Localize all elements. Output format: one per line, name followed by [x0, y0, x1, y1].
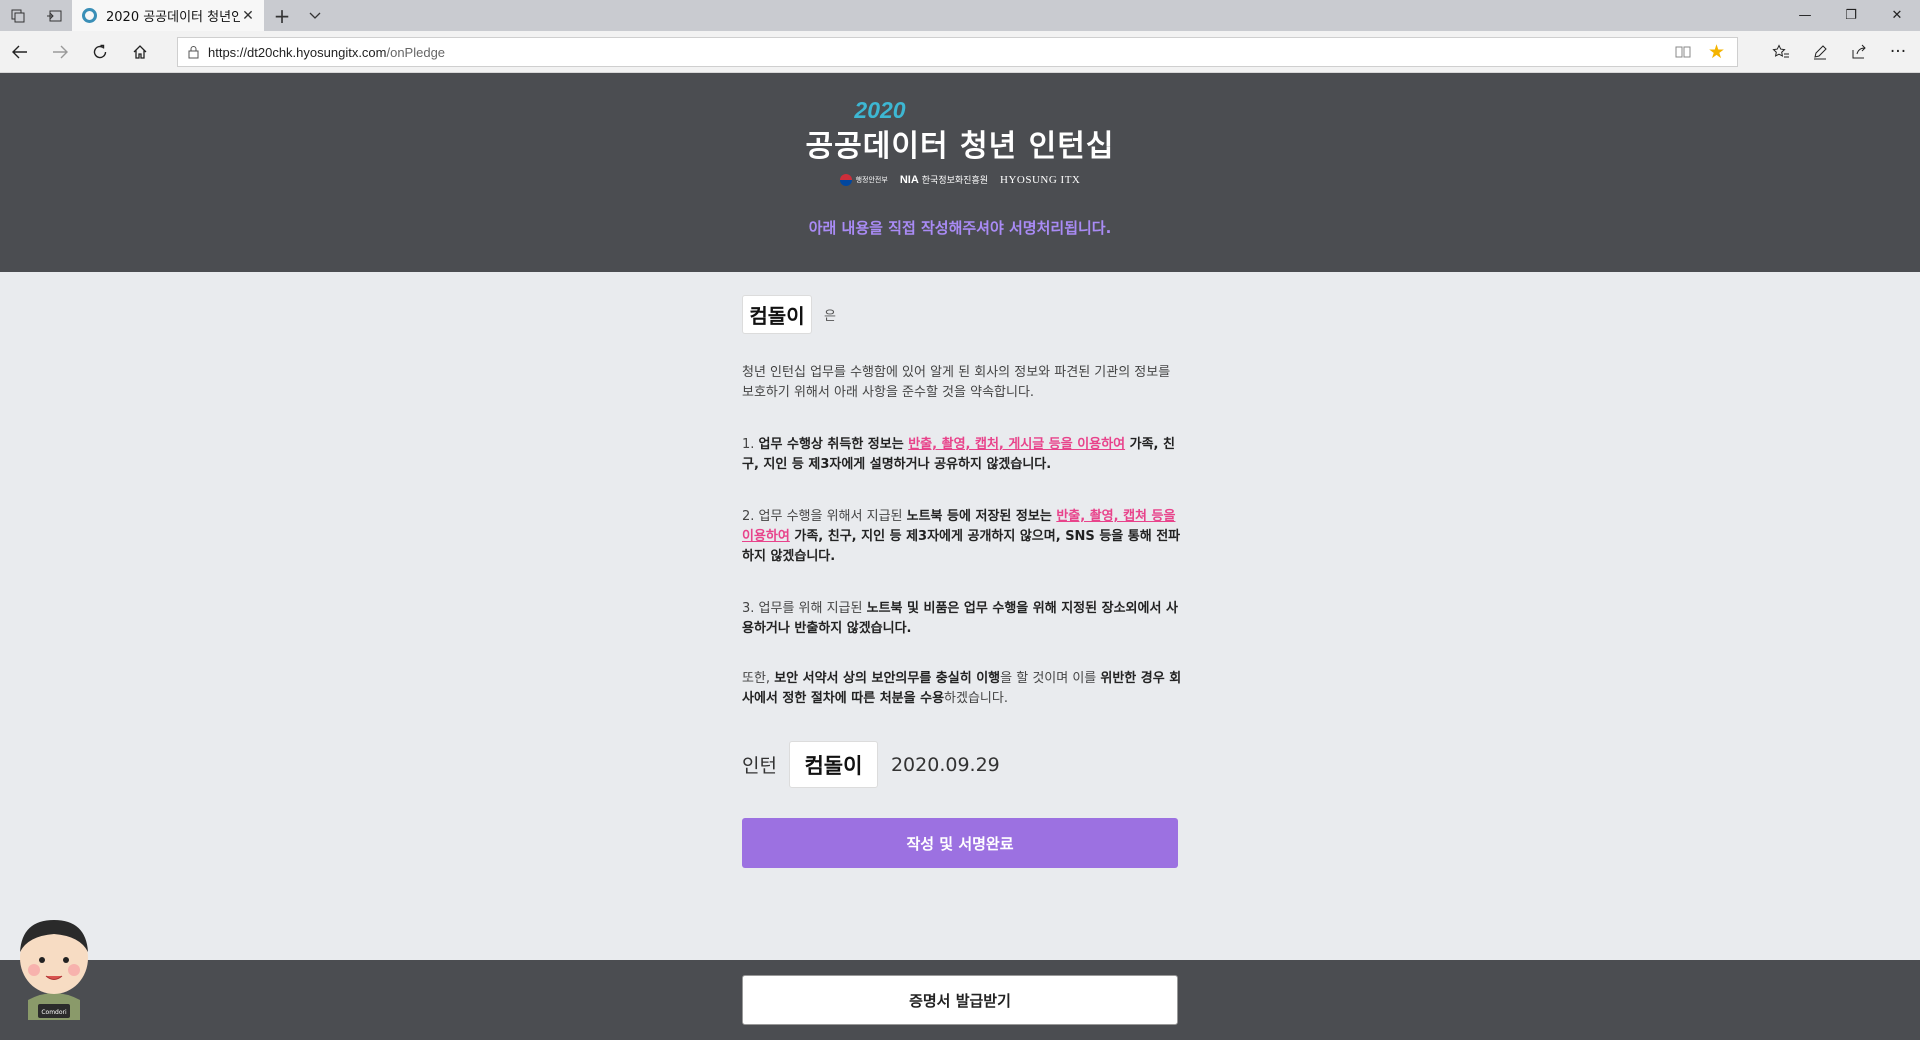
closing-text-e: 하겠습니다.	[944, 691, 1008, 706]
closing-text-c: 을 할 것이며 이를	[1000, 671, 1101, 686]
item2-number: 2. 업무 수행을 위해서 지급된	[742, 509, 907, 524]
sponsor-logos: 행정안전부 NIA 한국정보화진흥원 HYOSUNG ITX	[0, 173, 1920, 186]
url-text[interactable]: https://dt20chk.hyosungitx.com/onPledge	[208, 45, 445, 60]
header-year: 2020	[854, 97, 906, 123]
restore-icon[interactable]: ❐	[1828, 0, 1874, 31]
tab-title: 2020 공공데이터 청년인	[106, 10, 240, 25]
closing-text-a: 또한,	[742, 671, 775, 686]
tab-actions-icon[interactable]	[0, 0, 36, 31]
lock-icon[interactable]	[178, 45, 208, 59]
url-path: /onPledge	[386, 44, 446, 60]
signature-row: 인턴 컴돌이 2020.09.29	[742, 741, 1000, 788]
closing-text-b: 보안 서약서 상의 보안의무를 충실히 이행	[774, 671, 1001, 686]
address-bar[interactable]: https://dt20chk.hyosungitx.com/onPledge …	[177, 37, 1738, 67]
pledge-item-3: 3. 업무를 위해 지급된 노트북 및 비품은 업무 수행을 위해 지정된 장소…	[742, 599, 1182, 639]
back-icon[interactable]	[4, 36, 36, 68]
pledge-intro: 청년 인턴십 업무를 수행함에 있어 알게 된 회사의 정보와 파견된 기관의 …	[742, 365, 1171, 400]
pledge-closing: 또한, 보안 서약서 상의 보안의무를 충실히 이행을 할 것이며 이를 위반한…	[742, 669, 1182, 709]
browser-tab[interactable]: 2020 공공데이터 청년인 ✕	[72, 0, 264, 31]
sign-date: 2020.09.29	[890, 753, 1000, 776]
nia-logo: NIA 한국정보화진흥원	[900, 173, 988, 186]
taegeuk-icon	[839, 173, 852, 186]
tab-list-chevron-icon[interactable]	[300, 0, 330, 31]
pledge-item-2: 2. 업무 수행을 위해서 지급된 노트북 등에 저장된 정보는 반출, 촬영,…	[742, 507, 1182, 567]
signature-name-input[interactable]: 컴돌이	[788, 741, 878, 788]
nia-abbr: NIA	[899, 174, 919, 186]
certificate-button[interactable]: 증명서 발급받기	[742, 975, 1178, 1025]
forward-icon[interactable]	[44, 36, 76, 68]
submit-sign-button[interactable]: 작성 및 서명완료	[742, 818, 1178, 868]
mois-label: 행정안전부	[855, 175, 888, 184]
page-title: 공공데이터 청년 인턴십	[805, 129, 1115, 164]
item1-text-a: 업무 수행상 취득한 정보는	[758, 437, 909, 452]
mois-logo: 행정안전부	[839, 173, 888, 186]
nia-name: 한국정보화진흥원	[921, 176, 989, 186]
notes-pen-icon[interactable]	[1804, 36, 1836, 68]
refresh-icon[interactable]	[84, 36, 116, 68]
favorite-star-icon[interactable]: ★	[1708, 41, 1725, 63]
favorites-hub-icon[interactable]	[1765, 36, 1797, 68]
item1-number: 1.	[742, 437, 759, 452]
name-input[interactable]: 컴돌이	[742, 295, 812, 334]
name-particle: 은	[824, 309, 836, 324]
item1-highlight: 반출, 촬영, 캡처, 게시글 등을 이용하여	[908, 437, 1126, 452]
item2-text-b: 가족, 친구, 지인 등 제3자에게 공개하지 않으며, SNS 등을 통해 전…	[742, 529, 1181, 564]
new-tab-icon[interactable]: +	[264, 0, 300, 31]
site-favicon-icon	[82, 8, 97, 23]
hyosung-logo: HYOSUNG ITX	[1000, 173, 1081, 186]
navigation-bar: https://dt20chk.hyosungitx.com/onPledge …	[0, 31, 1920, 73]
reading-view-icon[interactable]	[1675, 44, 1691, 63]
mascot-badge: Comdori	[41, 1009, 67, 1016]
share-icon[interactable]	[1843, 36, 1875, 68]
set-aside-tabs-icon[interactable]	[36, 0, 72, 31]
item3-number: 3. 업무를 위해 지급된	[742, 601, 867, 616]
page-footer: 증명서 발급받기	[0, 960, 1920, 1040]
tab-bar: 2020 공공데이터 청년인 ✕ + — ❐ ✕	[0, 0, 1920, 31]
more-menu-icon[interactable]: ···	[1882, 36, 1914, 68]
home-icon[interactable]	[124, 36, 156, 68]
name-row: 컴돌이 은	[742, 295, 836, 334]
intern-label: 인턴	[742, 755, 777, 777]
close-tab-icon[interactable]: ✕	[240, 8, 256, 24]
page-header: 2020 공공데이터 청년 인턴십 행정안전부 NIA 한국정보화진흥원 HYOS…	[0, 73, 1920, 272]
pledge-item-1: 1. 업무 수행상 취득한 정보는 반출, 촬영, 캡처, 게시글 등을 이용하…	[742, 435, 1182, 475]
url-host: https://dt20chk.hyosungitx.com	[208, 44, 387, 60]
sign-notice: 아래 내용을 직접 작성해주셔야 서명처리됩니다.	[808, 219, 1112, 237]
item2-text-a: 노트북 등에 저장된 정보는	[906, 509, 1057, 524]
close-window-icon[interactable]: ✕	[1874, 0, 1920, 31]
mascot-character[interactable]: Comdori	[14, 908, 94, 1020]
mascot-illustration: Comdori	[20, 920, 88, 1020]
minimize-icon[interactable]: —	[1782, 0, 1828, 31]
